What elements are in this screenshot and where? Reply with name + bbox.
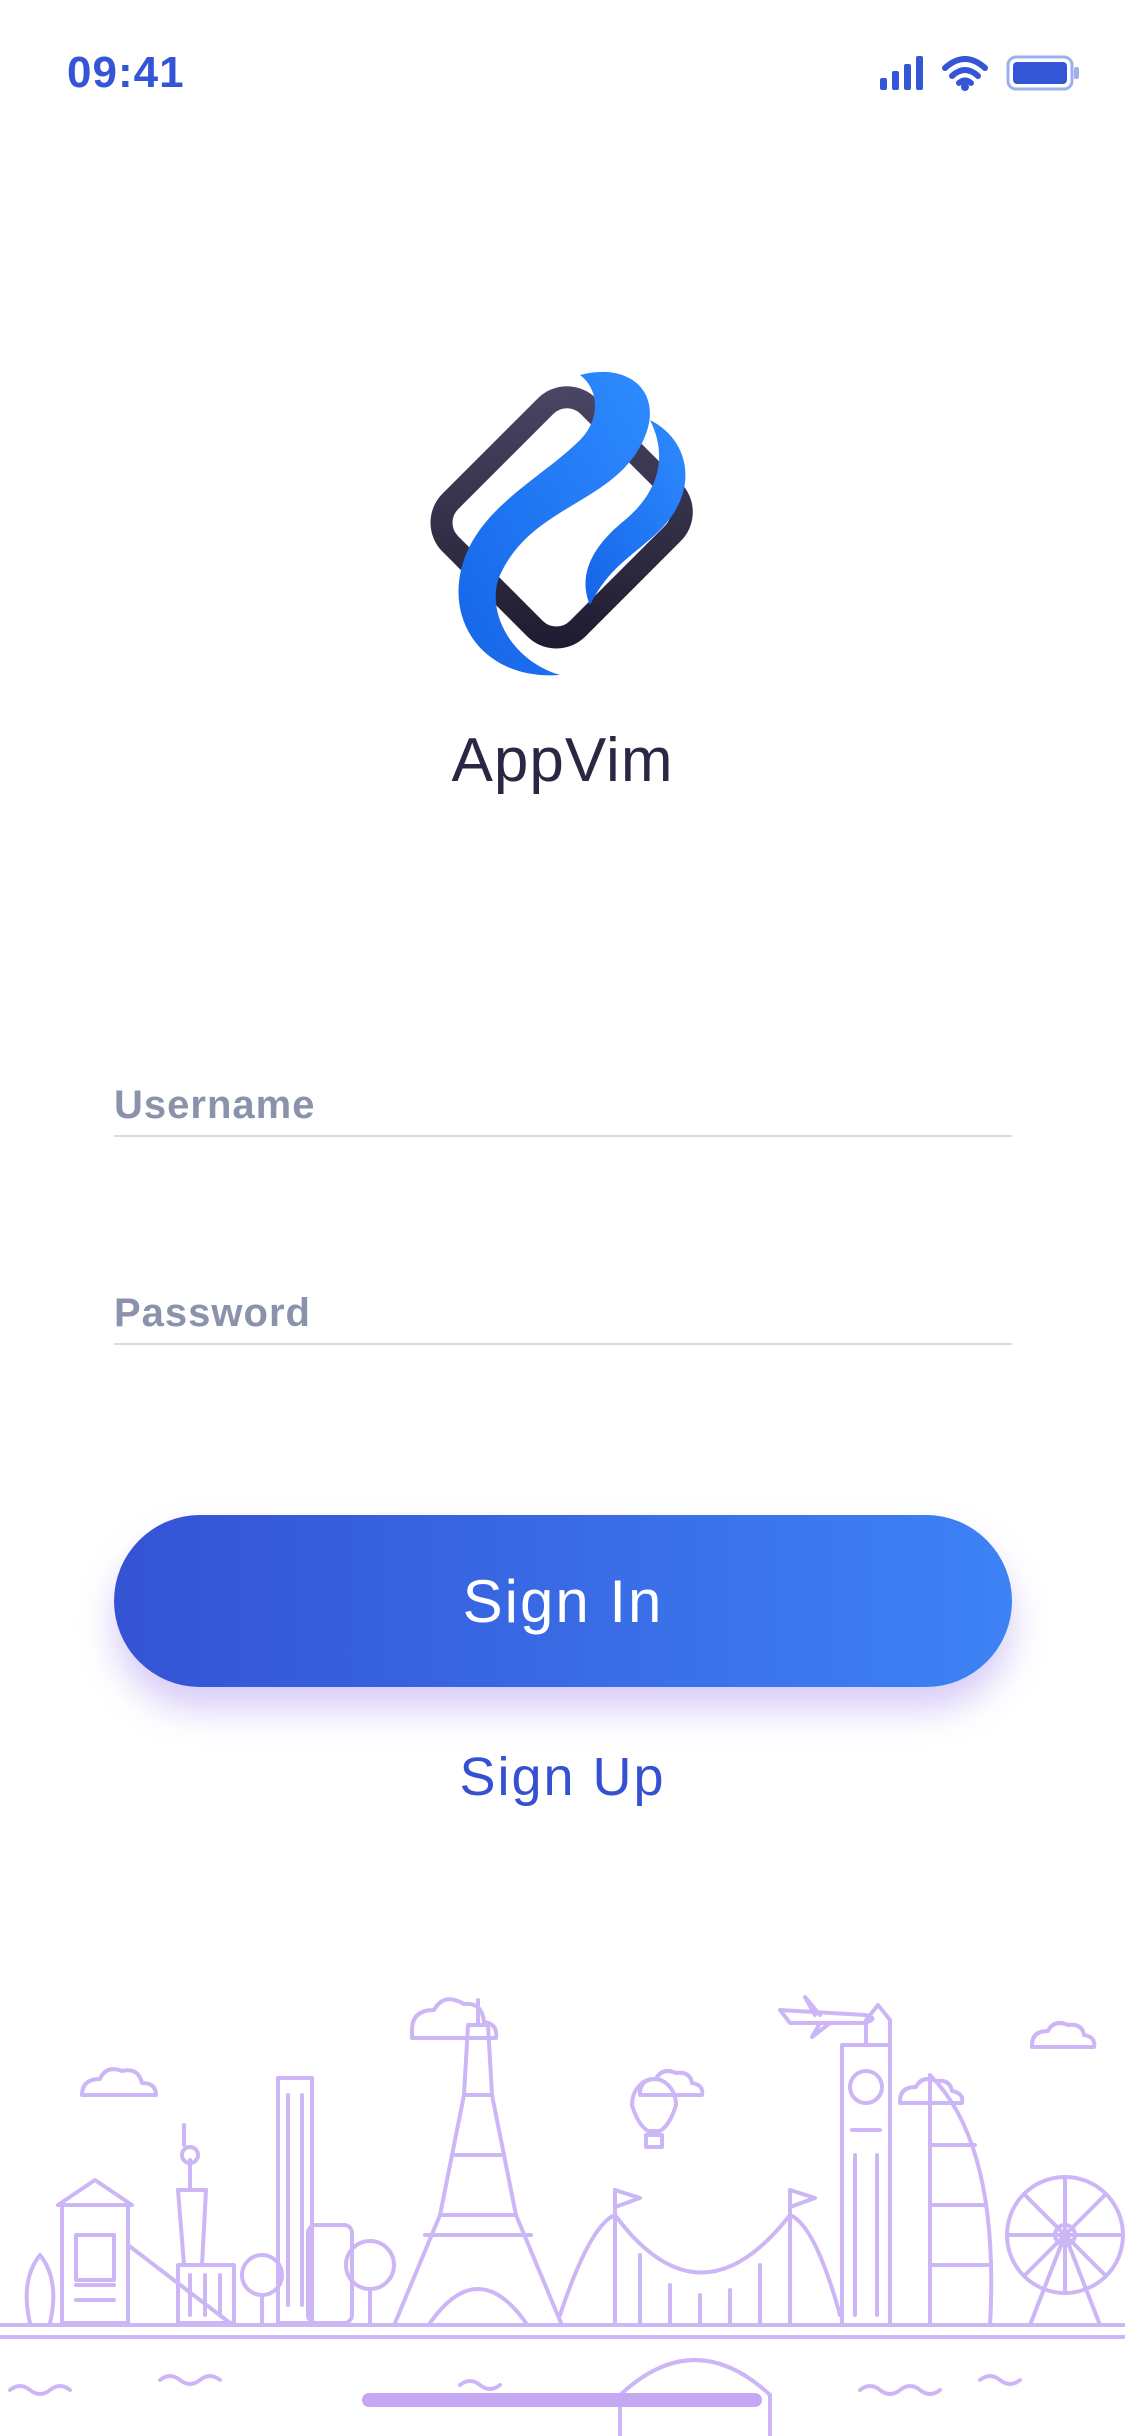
- username-field: [114, 1045, 1012, 1145]
- battery-icon: [1006, 55, 1079, 91]
- signal-icon: [880, 56, 923, 90]
- password-input[interactable]: [114, 1273, 1012, 1353]
- username-input[interactable]: [114, 1065, 1012, 1145]
- home-indicator[interactable]: [362, 2393, 762, 2407]
- status-bar: 09:41: [0, 0, 1125, 150]
- appvim-logo: [430, 371, 693, 676]
- password-field: [114, 1253, 1012, 1353]
- city-skyline-illustration: [0, 1995, 1125, 2436]
- status-icons: [880, 55, 1080, 91]
- sign-in-button[interactable]: Sign In: [114, 1515, 1012, 1687]
- sign-up-link[interactable]: Sign Up: [0, 1745, 1125, 1809]
- brand-name: AppVim: [451, 726, 674, 795]
- status-time: 09:41: [67, 48, 185, 97]
- wifi-icon: [942, 56, 988, 91]
